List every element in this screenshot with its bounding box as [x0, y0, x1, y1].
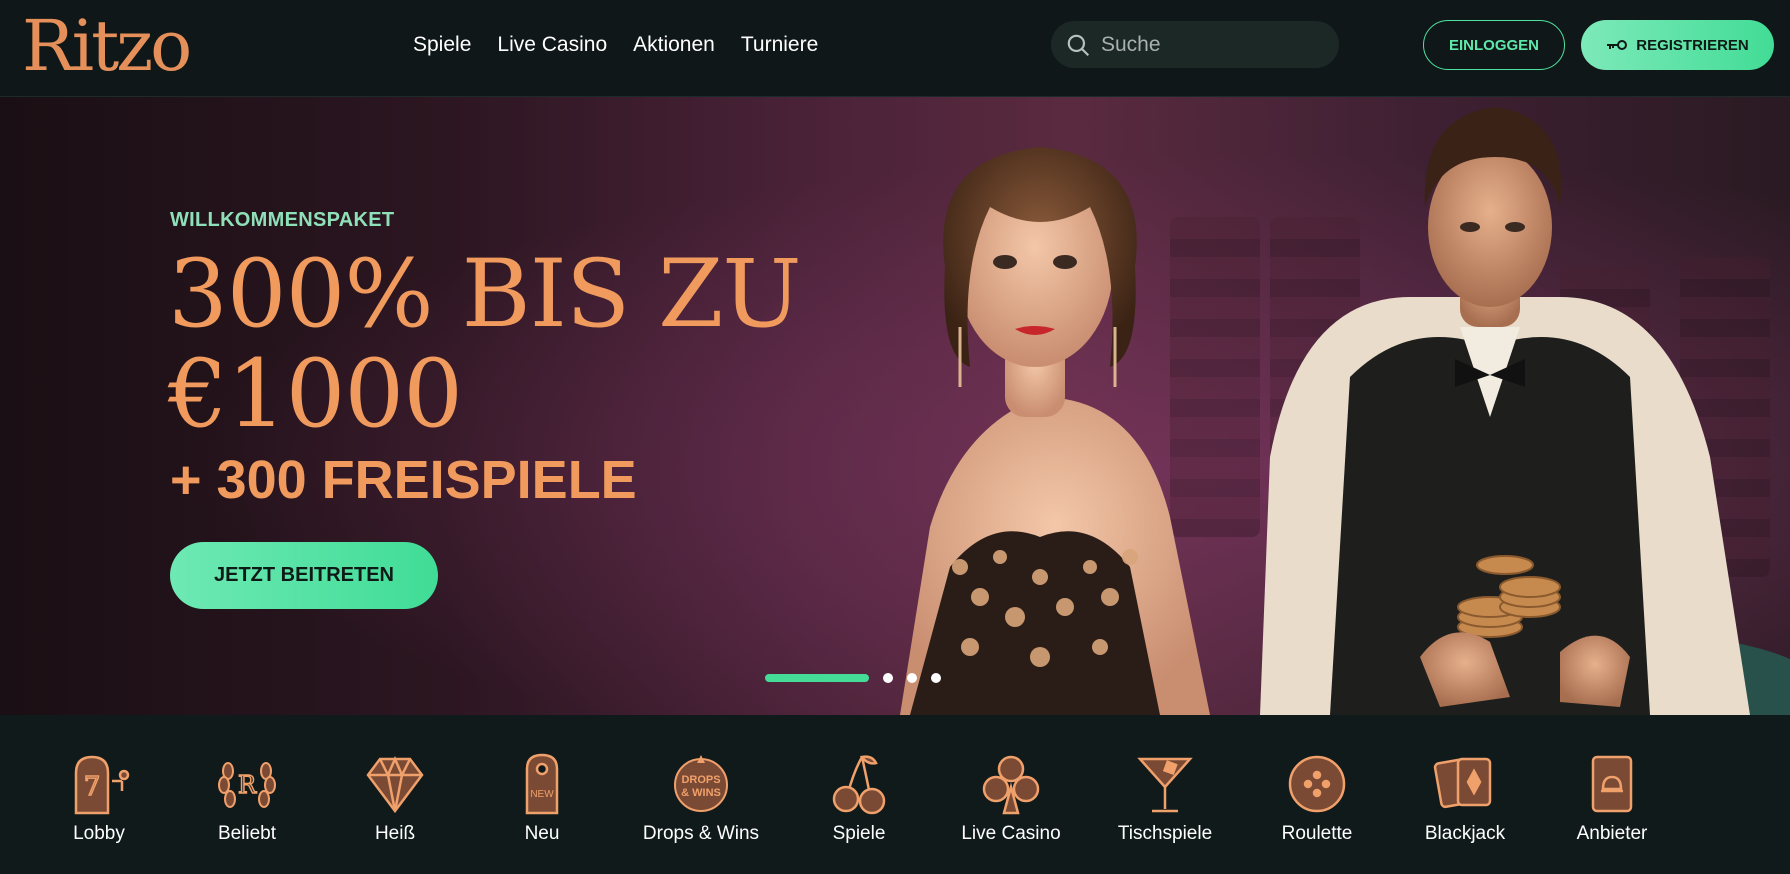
nav-item-turniere[interactable]: Turniere: [741, 30, 818, 60]
category-drops-wins[interactable]: DROPS & WINS Drops & Wins: [636, 751, 766, 861]
cocktail-icon: [1137, 757, 1193, 813]
drops-wins-icon: DROPS & WINS: [674, 755, 728, 812]
nav-item-live-casino[interactable]: Live Casino: [497, 30, 607, 60]
category-label: Tischspiele: [1117, 823, 1213, 844]
category-beliebt[interactable]: R Beliebt: [182, 751, 312, 861]
key-icon: [1607, 40, 1628, 50]
hero-eyebrow: WILLKOMMENSPAKET: [170, 209, 395, 231]
search-box[interactable]: [1051, 21, 1339, 68]
category-spiele[interactable]: Spiele: [794, 751, 924, 861]
search-input[interactable]: [1101, 32, 1321, 57]
login-button[interactable]: EINLOGGEN: [1423, 20, 1565, 70]
top-header: Ritzo Spiele Live Casino Aktionen Turnie…: [0, 0, 1790, 97]
hero-headline-line2: €1000: [168, 340, 463, 449]
register-button[interactable]: REGISTRIEREN: [1581, 20, 1774, 70]
provider-icon: [1591, 755, 1633, 813]
carousel-pagination: [765, 673, 941, 683]
dealer-illustration: [1260, 107, 1790, 715]
category-blackjack[interactable]: Blackjack: [1400, 751, 1530, 861]
hero-headline: 300% BIS ZU €1000: [168, 245, 888, 445]
category-lobby[interactable]: 7 Lobby: [34, 751, 164, 861]
search-icon: [1067, 34, 1090, 56]
join-now-button[interactable]: JETZT BEITRETEN: [170, 542, 438, 609]
category-roulette[interactable]: Roulette: [1252, 751, 1382, 861]
category-label: Blackjack: [1424, 823, 1506, 844]
svg-text:NEW: NEW: [530, 789, 554, 800]
nav-item-spiele[interactable]: Spiele: [413, 30, 471, 60]
category-label: Lobby: [73, 823, 125, 844]
category-label: Neu: [524, 823, 560, 844]
category-label: Roulette: [1281, 823, 1353, 844]
brand-logo[interactable]: Ritzo: [22, 6, 192, 86]
hero-headline-line1: 300% BIS ZU: [168, 240, 802, 349]
category-label: Spiele: [832, 823, 886, 844]
carousel-dot[interactable]: [931, 673, 941, 683]
svg-text:DROPS: DROPS: [681, 774, 720, 786]
register-label: REGISTRIEREN: [1636, 36, 1749, 54]
category-live-casino[interactable]: Live Casino: [946, 751, 1076, 861]
category-anbieter[interactable]: Anbieter: [1547, 751, 1677, 861]
carousel-dot[interactable]: [907, 673, 917, 683]
carousel-dot-active[interactable]: [765, 674, 869, 682]
category-label: Heiß: [374, 823, 416, 844]
hero-subheadline: + 300 FREISPIELE: [170, 450, 637, 510]
club-icon: [982, 755, 1040, 815]
category-tischspiele[interactable]: Tischspiele: [1100, 751, 1230, 861]
hero-banner: WILLKOMMENSPAKET 300% BIS ZU €1000 + 300…: [0, 97, 1790, 715]
main-nav: Spiele Live Casino Aktionen Turniere: [413, 30, 818, 60]
cards-icon: [1433, 757, 1492, 809]
category-label: Anbieter: [1576, 823, 1648, 844]
category-label: Drops & Wins: [642, 823, 760, 844]
nav-item-aktionen[interactable]: Aktionen: [633, 30, 715, 60]
diamond-icon: [366, 755, 424, 814]
woman-illustration: [900, 147, 1210, 715]
category-bar: 7 Lobby R Beliebt Heiß NEW Neu DROPS & W…: [0, 715, 1790, 874]
laurel-r-icon: R: [218, 762, 276, 808]
svg-text:7: 7: [84, 772, 101, 802]
cherries-icon: [832, 755, 886, 815]
category-label: Beliebt: [217, 823, 277, 844]
carousel-dot[interactable]: [883, 673, 893, 683]
svg-text:R: R: [238, 771, 257, 799]
category-label: Live Casino: [961, 823, 1061, 844]
svg-text:& WINS: & WINS: [681, 787, 721, 799]
slot-machine-icon: 7: [74, 755, 130, 815]
new-tag-icon: NEW: [525, 753, 559, 815]
category-heiss[interactable]: Heiß: [330, 751, 460, 861]
roulette-chip-icon: [1288, 755, 1346, 813]
category-neu[interactable]: NEW Neu: [477, 751, 607, 861]
